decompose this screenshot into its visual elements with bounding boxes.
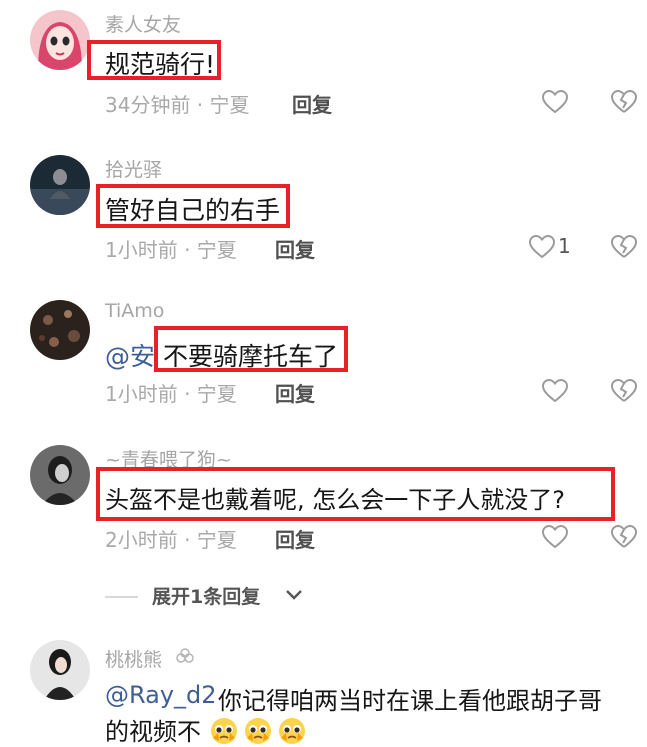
divider-line bbox=[105, 596, 138, 598]
expand-replies-label[interactable]: 展开1条回复 bbox=[152, 582, 260, 609]
broken-heart-icon[interactable] bbox=[610, 89, 638, 115]
comment-text: 头盔不是也戴着呢, 怎么会一下子人就没了? bbox=[105, 486, 565, 514]
username[interactable]: 桃桃熊 bbox=[105, 645, 162, 672]
comment-text: 你记得咱两当时在课上看他跟胡子哥 bbox=[218, 687, 602, 715]
reply-button[interactable]: 回复 bbox=[275, 524, 315, 553]
comment-text: 管好自己的右手 bbox=[105, 196, 281, 225]
reply-button[interactable]: 回复 bbox=[292, 89, 332, 118]
like-count: 1 bbox=[558, 234, 571, 258]
comment-time-location: 2小时前 · 宁夏 bbox=[105, 528, 237, 552]
flower-badge-icon bbox=[176, 648, 194, 663]
comment-text: 不要骑摩托车了 bbox=[163, 342, 339, 371]
avatar[interactable] bbox=[30, 445, 90, 505]
heart-outline-icon[interactable] bbox=[541, 89, 569, 115]
reply-button[interactable]: 回复 bbox=[275, 378, 315, 407]
username[interactable]: TiAmo bbox=[105, 300, 164, 322]
comment-time-location: 1小时前 · 宁夏 bbox=[105, 238, 237, 262]
mention-link[interactable]: @Ray_d2 bbox=[105, 681, 217, 709]
broken-heart-icon[interactable] bbox=[610, 234, 638, 260]
avatar[interactable] bbox=[30, 10, 90, 70]
comment-text: 规范骑行! bbox=[105, 50, 216, 79]
chevron-down-icon[interactable] bbox=[285, 588, 303, 602]
broken-heart-icon[interactable] bbox=[610, 378, 638, 404]
comment-text-line2: 的视频不 bbox=[105, 718, 201, 746]
comment-text-continued: 的视频不 bbox=[105, 712, 311, 747]
broken-heart-icon[interactable] bbox=[610, 524, 638, 550]
reply-button[interactable]: 回复 bbox=[275, 234, 315, 263]
username[interactable]: 素人女友 bbox=[105, 10, 181, 37]
comment-time-location: 1小时前 · 宁夏 bbox=[105, 382, 237, 406]
avatar[interactable] bbox=[30, 640, 90, 700]
heart-outline-icon[interactable] bbox=[541, 378, 569, 404]
heart-outline-icon[interactable] bbox=[541, 524, 569, 550]
avatar[interactable] bbox=[30, 300, 90, 360]
pleading-face-emoji bbox=[244, 718, 271, 744]
mention-link[interactable]: @安 bbox=[105, 337, 155, 373]
avatar[interactable] bbox=[30, 155, 90, 215]
comment-time-location: 34分钟前 · 宁夏 bbox=[105, 93, 250, 117]
username[interactable]: 拾光驿 bbox=[105, 155, 162, 182]
pleading-face-emoji bbox=[278, 718, 305, 744]
pleading-face-emoji bbox=[210, 718, 237, 744]
heart-outline-icon[interactable] bbox=[528, 234, 556, 260]
